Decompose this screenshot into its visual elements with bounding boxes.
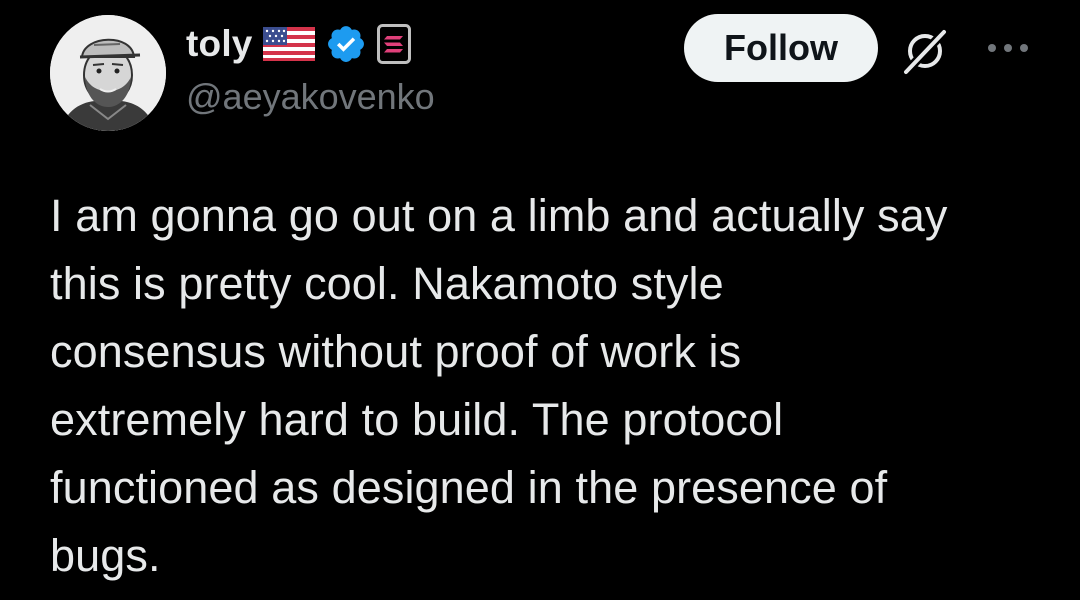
tweet-text: I am gonna go out on a limb and actually… — [50, 190, 948, 581]
more-options-icon[interactable] — [984, 36, 1032, 60]
solana-badge-icon[interactable] — [376, 24, 411, 64]
avatar-sketch-icon — [50, 15, 166, 131]
tweet-card: toly @aeyakovenko Follow I am gonna go o… — [0, 0, 1080, 600]
author-name-row: toly — [186, 20, 411, 68]
author-handle[interactable]: @aeyakovenko — [186, 76, 435, 118]
verified-badge-icon[interactable] — [325, 23, 367, 65]
author-display-name[interactable]: toly — [186, 23, 253, 65]
grok-icon[interactable] — [898, 24, 952, 78]
avatar[interactable] — [50, 15, 166, 131]
follow-button[interactable]: Follow — [684, 14, 878, 82]
us-flag-icon — [262, 27, 315, 61]
